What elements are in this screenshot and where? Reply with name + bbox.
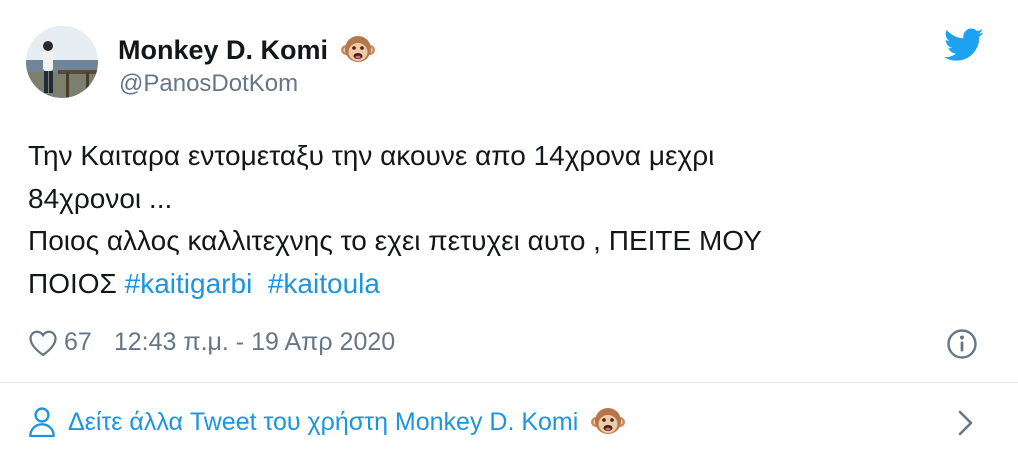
chevron-right-icon[interactable] <box>955 408 977 438</box>
person-icon <box>29 407 55 438</box>
twitter-bird-icon[interactable] <box>944 28 984 62</box>
like-count[interactable]: 67 <box>64 328 92 357</box>
author-name[interactable]: Monkey D. Komi <box>118 32 376 68</box>
divider <box>0 382 1018 383</box>
avatar[interactable] <box>26 26 98 98</box>
author-handle[interactable]: @PanosDotKom <box>119 70 298 98</box>
avatar-photo <box>26 26 98 98</box>
see-more-tweets-link[interactable]: Δείτε άλλα Tweet του χρήστη Monkey D. Ko… <box>28 404 626 440</box>
tweet-timestamp[interactable]: 12:43 π.μ. - 19 Απρ 2020 <box>114 328 395 357</box>
hashtag-link[interactable]: #kaitoula <box>268 268 380 299</box>
tweet-text: Την Καιταρα εντομεταξυ την ακουνε απο 14… <box>28 135 988 305</box>
info-icon[interactable] <box>946 328 978 360</box>
see-more-label[interactable]: Δείτε άλλα Tweet του χρήστη Monkey D. Ko… <box>68 408 578 437</box>
tweet-text-line: Την Καιταρα εντομεταξυ την ακουνε απο 14… <box>28 140 715 171</box>
author-name-text[interactable]: Monkey D. Komi <box>118 35 328 66</box>
tweet-text-word: ΠΟΙΟΣ <box>28 267 117 299</box>
monkey-emoji-icon <box>341 36 376 62</box>
tweet-card: Monkey D. Komi @PanosDotKom Την Καιταρα … <box>0 0 1018 460</box>
hashtag-link[interactable]: #kaitigarbi <box>125 268 253 299</box>
tweet-text-line: 84χρονοι ... <box>28 182 173 214</box>
monkey-emoji-icon <box>591 408 626 434</box>
tweet-meta: 67 12:43 π.μ. - 19 Απρ 2020 <box>28 328 395 357</box>
heart-icon[interactable] <box>28 329 58 357</box>
tweet-text-line: ΠΟΙΟΣ #kaitigarbi #kaitoula <box>28 263 988 306</box>
tweet-text-line: Ποιος αλλος καλλιτεχνης το εχει πετυχει … <box>28 225 762 256</box>
